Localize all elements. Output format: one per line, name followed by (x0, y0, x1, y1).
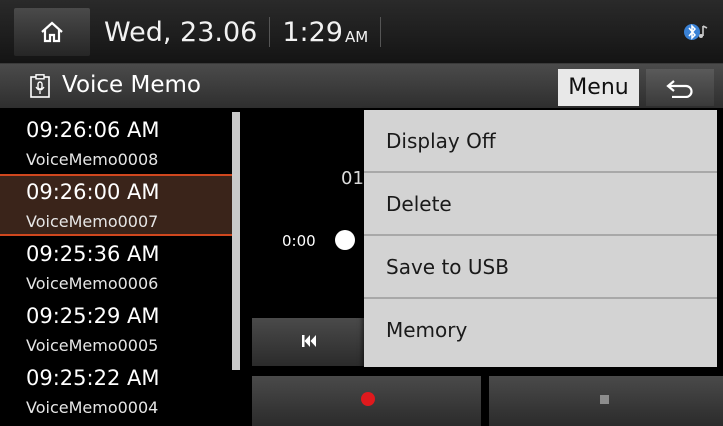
home-button[interactable] (14, 8, 90, 56)
ampm-text: AM (344, 28, 369, 46)
back-button[interactable] (646, 69, 714, 106)
list-item[interactable]: 09:26:06 AM VoiceMemo0008 (0, 112, 232, 174)
divider (380, 17, 382, 47)
elapsed-time: 0:00 (282, 232, 316, 250)
menu-item-label: Display Off (386, 129, 496, 153)
menu-item-memory[interactable]: Memory (364, 299, 717, 362)
memo-list: 09:26:06 AM VoiceMemo0008 09:26:00 AM Vo… (0, 112, 232, 423)
memo-name: VoiceMemo0008 (26, 150, 159, 169)
list-item-selected[interactable]: 09:26:00 AM VoiceMemo0007 (0, 174, 232, 236)
progress-knob[interactable] (335, 230, 355, 250)
list-item[interactable]: 09:25:22 AM VoiceMemo0004 (0, 360, 232, 422)
memo-name: VoiceMemo0005 (26, 336, 159, 355)
memo-time: 09:26:00 AM (26, 180, 160, 204)
title-bar: Voice Memo Menu (0, 64, 723, 108)
memo-name: VoiceMemo0004 (26, 398, 159, 417)
menu-item-save-to-usb[interactable]: Save to USB (364, 236, 717, 299)
list-scrollbar[interactable] (232, 112, 240, 370)
memo-time: 09:26:06 AM (26, 118, 160, 142)
stop-button[interactable] (489, 376, 723, 426)
clock-text: 1:29 (282, 16, 343, 48)
menu-button[interactable]: Menu (558, 69, 639, 106)
voice-memo-icon (30, 74, 50, 98)
previous-button[interactable] (252, 318, 368, 366)
menu-item-display-off[interactable]: Display Off (364, 110, 717, 173)
menu-item-label: Memory (386, 318, 468, 342)
home-icon (41, 21, 63, 43)
memo-name: VoiceMemo0007 (26, 212, 159, 231)
record-icon (361, 392, 375, 406)
divider (269, 17, 271, 47)
list-item[interactable]: 09:25:36 AM VoiceMemo0006 (0, 236, 232, 298)
page-title: Voice Memo (62, 72, 201, 98)
stop-icon (600, 395, 609, 404)
status-bar: Wed, 23.06 1:29 AM (0, 0, 723, 64)
back-arrow-icon (666, 80, 693, 98)
record-button[interactable] (252, 376, 481, 426)
memo-number-partial: 01 (341, 168, 364, 189)
bluetooth-audio-icon (684, 24, 708, 40)
menu-item-label: Save to USB (386, 255, 509, 279)
skip-previous-icon (302, 335, 316, 347)
memo-name: VoiceMemo0006 (26, 274, 159, 293)
menu-item-delete[interactable]: Delete (364, 173, 717, 236)
list-item[interactable]: 09:25:29 AM VoiceMemo0005 (0, 298, 232, 360)
menu-item-label: Delete (386, 192, 452, 216)
date-text: Wed, 23.06 (104, 16, 258, 48)
memo-time: 09:25:22 AM (26, 366, 160, 390)
menu-dropdown: Display Off Delete Save to USB Memory (364, 110, 717, 367)
memo-time: 09:25:29 AM (26, 304, 160, 328)
memo-time: 09:25:36 AM (26, 242, 160, 266)
date-time: Wed, 23.06 1:29 AM (104, 8, 393, 56)
